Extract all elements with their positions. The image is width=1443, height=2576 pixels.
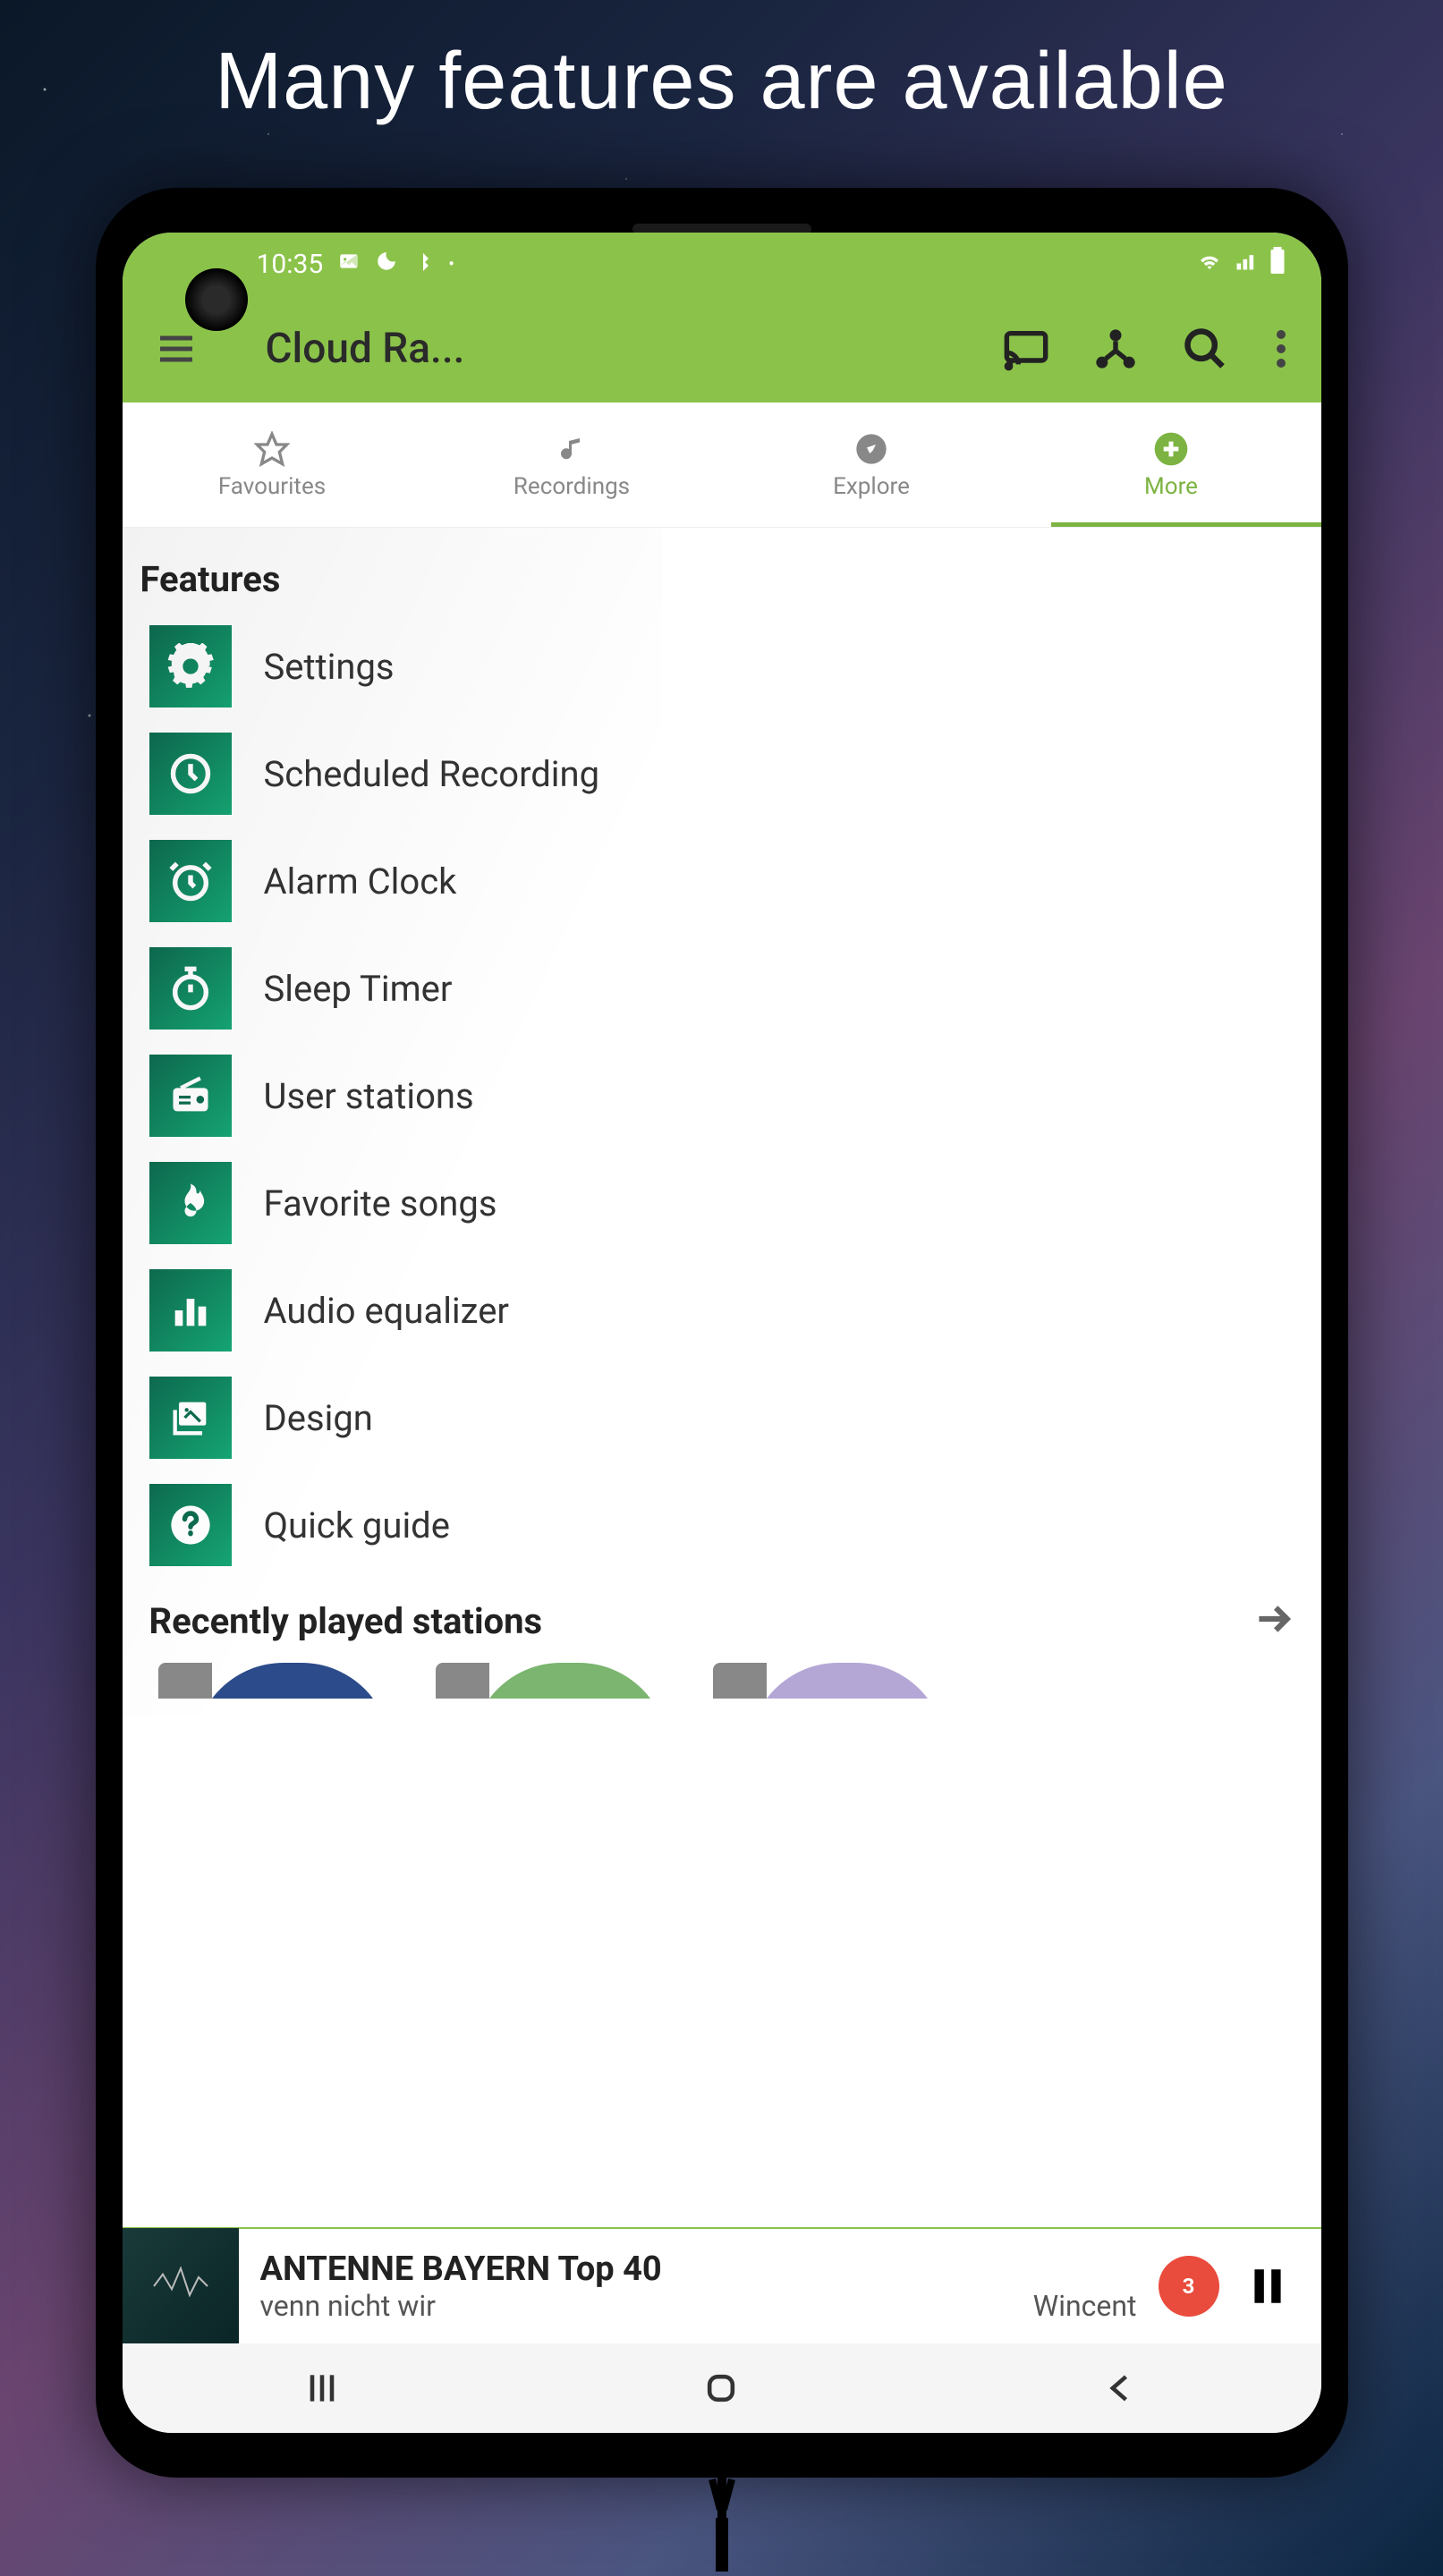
status-bar: 10:35 • bbox=[123, 233, 1321, 295]
recent-station-card[interactable] bbox=[436, 1663, 668, 1699]
feature-label: Design bbox=[264, 1397, 373, 1439]
dot-icon: • bbox=[448, 253, 454, 275]
recent-header: Recently played stations bbox=[123, 1579, 1321, 1654]
app-title: Cloud Ra... bbox=[266, 325, 963, 373]
tab-label: Recordings bbox=[514, 473, 630, 500]
nav-home-button[interactable] bbox=[694, 2361, 748, 2415]
app-bar: Cloud Ra... bbox=[123, 295, 1321, 402]
search-button[interactable] bbox=[1178, 322, 1232, 376]
now-playing-art bbox=[123, 2228, 239, 2344]
signal-icon bbox=[1234, 248, 1259, 280]
menu-button[interactable] bbox=[149, 322, 203, 376]
feature-label: Quick guide bbox=[264, 1504, 450, 1546]
feature-label: Favorite songs bbox=[264, 1182, 497, 1224]
timer-icon bbox=[149, 947, 232, 1030]
feature-settings[interactable]: Settings bbox=[123, 613, 1321, 720]
feature-label: Settings bbox=[264, 646, 395, 688]
feature-user-stations[interactable]: User stations bbox=[123, 1042, 1321, 1149]
radio-icon bbox=[149, 1055, 232, 1137]
compass-icon bbox=[853, 430, 890, 468]
image-icon bbox=[337, 249, 361, 280]
features-heading: Features bbox=[123, 546, 1321, 613]
device-hub-button[interactable] bbox=[1089, 322, 1142, 376]
arrow-right-button[interactable] bbox=[1250, 1597, 1294, 1645]
help-icon bbox=[149, 1484, 232, 1566]
system-nav-bar bbox=[123, 2343, 1321, 2433]
mp3-badge bbox=[158, 1663, 212, 1699]
plus-circle-icon bbox=[1152, 430, 1190, 468]
flame-icon bbox=[149, 1162, 232, 1244]
gear-icon bbox=[149, 625, 232, 708]
feature-quick-guide[interactable]: Quick guide bbox=[123, 1471, 1321, 1579]
nav-back-button[interactable] bbox=[1094, 2361, 1148, 2415]
now-playing-subtitle-left: venn nicht wir bbox=[260, 2289, 436, 2323]
feature-design[interactable]: Design bbox=[123, 1364, 1321, 1471]
equalizer-icon bbox=[149, 1269, 232, 1352]
cast-button[interactable] bbox=[999, 322, 1053, 376]
pause-button[interactable] bbox=[1241, 2259, 1294, 2313]
feature-label: Audio equalizer bbox=[264, 1290, 509, 1332]
main-content: Features Settings Scheduled Recording bbox=[123, 528, 1321, 1716]
bluetooth-icon bbox=[412, 249, 434, 280]
feature-label: Scheduled Recording bbox=[264, 753, 600, 795]
recent-station-card[interactable] bbox=[158, 1663, 391, 1699]
feature-label: Sleep Timer bbox=[264, 968, 453, 1010]
feature-scheduled-recording[interactable]: Scheduled Recording bbox=[123, 720, 1321, 827]
station-art bbox=[471, 1663, 668, 1699]
recent-stations-strip[interactable] bbox=[123, 1654, 1321, 1699]
tab-favourites[interactable]: Favourites bbox=[123, 402, 422, 527]
alarm-icon bbox=[149, 840, 232, 922]
feature-label: User stations bbox=[264, 1075, 474, 1117]
clock-icon bbox=[149, 733, 232, 815]
music-note-icon bbox=[553, 430, 590, 468]
mp3-badge bbox=[436, 1663, 489, 1699]
tab-more[interactable]: More bbox=[1022, 402, 1321, 527]
feature-list: Settings Scheduled Recording Alarm Clock bbox=[123, 613, 1321, 1579]
promo-headline: Many features are available bbox=[0, 36, 1443, 128]
station-art bbox=[194, 1663, 391, 1699]
phone-camera bbox=[185, 268, 248, 331]
now-playing-bar[interactable]: ANTENNE BAYERN Top 40 venn nicht wir Win… bbox=[123, 2227, 1321, 2343]
tab-recordings[interactable]: Recordings bbox=[422, 402, 722, 527]
tab-label: More bbox=[1144, 473, 1198, 500]
tab-explore[interactable]: Explore bbox=[722, 402, 1022, 527]
notification-badge[interactable]: 3 bbox=[1159, 2256, 1219, 2317]
phone-screen: 10:35 • bbox=[123, 233, 1321, 2433]
image-icon bbox=[149, 1377, 232, 1459]
feature-sleep-timer[interactable]: Sleep Timer bbox=[123, 935, 1321, 1042]
moon-icon bbox=[375, 249, 398, 280]
recent-station-card[interactable] bbox=[713, 1663, 946, 1699]
station-art bbox=[749, 1663, 946, 1699]
now-playing-subtitle-right: Wincent bbox=[1033, 2289, 1137, 2323]
star-icon bbox=[253, 430, 291, 468]
status-time: 10:35 bbox=[257, 249, 324, 280]
now-playing-title: ANTENNE BAYERN Top 40 bbox=[260, 2250, 1137, 2289]
feature-favorite-songs[interactable]: Favorite songs bbox=[123, 1149, 1321, 1257]
tab-bar: Favourites Recordings Explore More bbox=[123, 402, 1321, 528]
more-button[interactable] bbox=[1268, 322, 1294, 376]
phone-frame: 10:35 • bbox=[96, 188, 1348, 2478]
feature-label: Alarm Clock bbox=[264, 860, 457, 902]
recent-heading: Recently played stations bbox=[149, 1600, 543, 1642]
nav-recent-button[interactable] bbox=[295, 2361, 349, 2415]
feature-audio-equalizer[interactable]: Audio equalizer bbox=[123, 1257, 1321, 1364]
tab-label: Favourites bbox=[218, 473, 326, 500]
now-playing-info: ANTENNE BAYERN Top 40 venn nicht wir Win… bbox=[260, 2250, 1137, 2323]
tab-label: Explore bbox=[833, 473, 910, 500]
wifi-icon bbox=[1196, 247, 1223, 281]
mp3-badge bbox=[713, 1663, 767, 1699]
feature-alarm-clock[interactable]: Alarm Clock bbox=[123, 827, 1321, 935]
battery-icon bbox=[1269, 247, 1286, 281]
